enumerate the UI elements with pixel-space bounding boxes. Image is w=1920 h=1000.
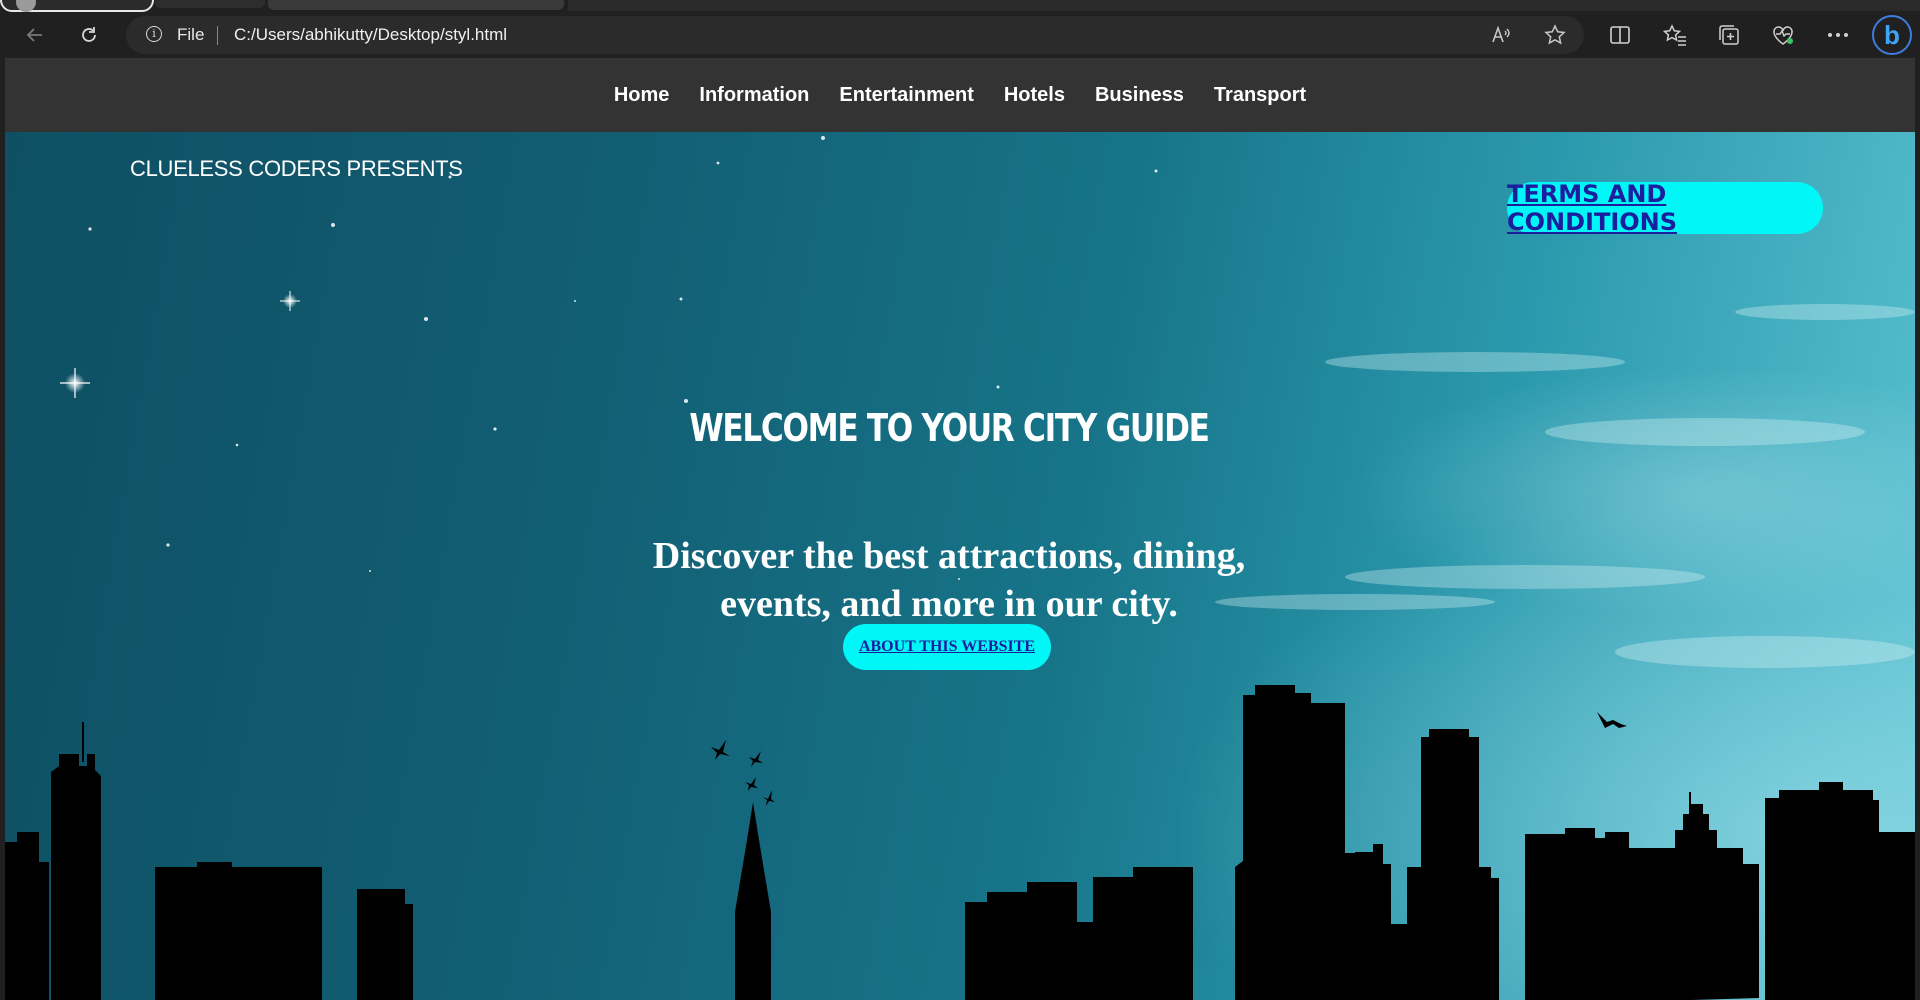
browser-toolbar: i File C:/Users/abhikutty/Desktop/styl.h… (0, 12, 1920, 58)
nav-link-business[interactable]: Business (1095, 84, 1184, 106)
tab-strip-empty (568, 0, 1920, 11)
profile-icon[interactable] (16, 0, 36, 12)
split-screen-icon[interactable] (1603, 18, 1637, 52)
nav-link-hotels[interactable]: Hotels (1004, 84, 1065, 106)
nav-item-information: Information (684, 84, 824, 107)
browser-essentials-icon[interactable] (1766, 18, 1800, 52)
address-url[interactable]: C:/Users/abhikutty/Desktop/styl.html (234, 25, 507, 45)
address-separator (217, 26, 218, 45)
browser-tab[interactable] (0, 0, 154, 12)
top-navbar: Home Information Entertainment Hotels Bu… (5, 58, 1915, 132)
browser-tab-active[interactable] (268, 0, 564, 10)
browser-tab[interactable] (155, 0, 265, 8)
hero-section: CLUELESS CODERS PRESENTS TERMS AND CONDI… (5, 132, 1915, 1000)
nav-link-transport[interactable]: Transport (1214, 84, 1306, 106)
nav-item-business: Business (1080, 84, 1199, 107)
page-viewport: Home Information Entertainment Hotels Bu… (5, 58, 1915, 1000)
collections-icon[interactable] (1712, 18, 1746, 52)
nav-item-entertainment: Entertainment (824, 84, 988, 107)
bing-icon-letter: b (1884, 19, 1900, 50)
nav-item-transport: Transport (1199, 84, 1321, 107)
more-icon[interactable] (1821, 18, 1855, 52)
bing-icon[interactable]: b (1872, 15, 1912, 55)
info-icon[interactable]: i (146, 26, 162, 42)
refresh-icon[interactable] (72, 18, 106, 52)
nav-link-information[interactable]: Information (699, 84, 809, 106)
tab-strip (0, 0, 1920, 12)
nav-list: Home Information Entertainment Hotels Bu… (5, 58, 1915, 132)
city-skyline-image (5, 685, 1915, 1000)
nav-link-entertainment[interactable]: Entertainment (839, 84, 973, 106)
back-icon[interactable] (18, 18, 52, 52)
address-protocol: File (177, 25, 205, 44)
nav-link-home[interactable]: Home (614, 84, 670, 106)
favorite-star-icon[interactable] (1542, 22, 1568, 48)
address-bar[interactable]: i File C:/Users/abhikutty/Desktop/styl.h… (126, 16, 1584, 54)
read-aloud-icon[interactable] (1489, 22, 1515, 48)
nav-item-hotels: Hotels (989, 84, 1080, 107)
favorites-icon[interactable] (1658, 18, 1692, 52)
nav-item-home: Home (599, 84, 685, 107)
